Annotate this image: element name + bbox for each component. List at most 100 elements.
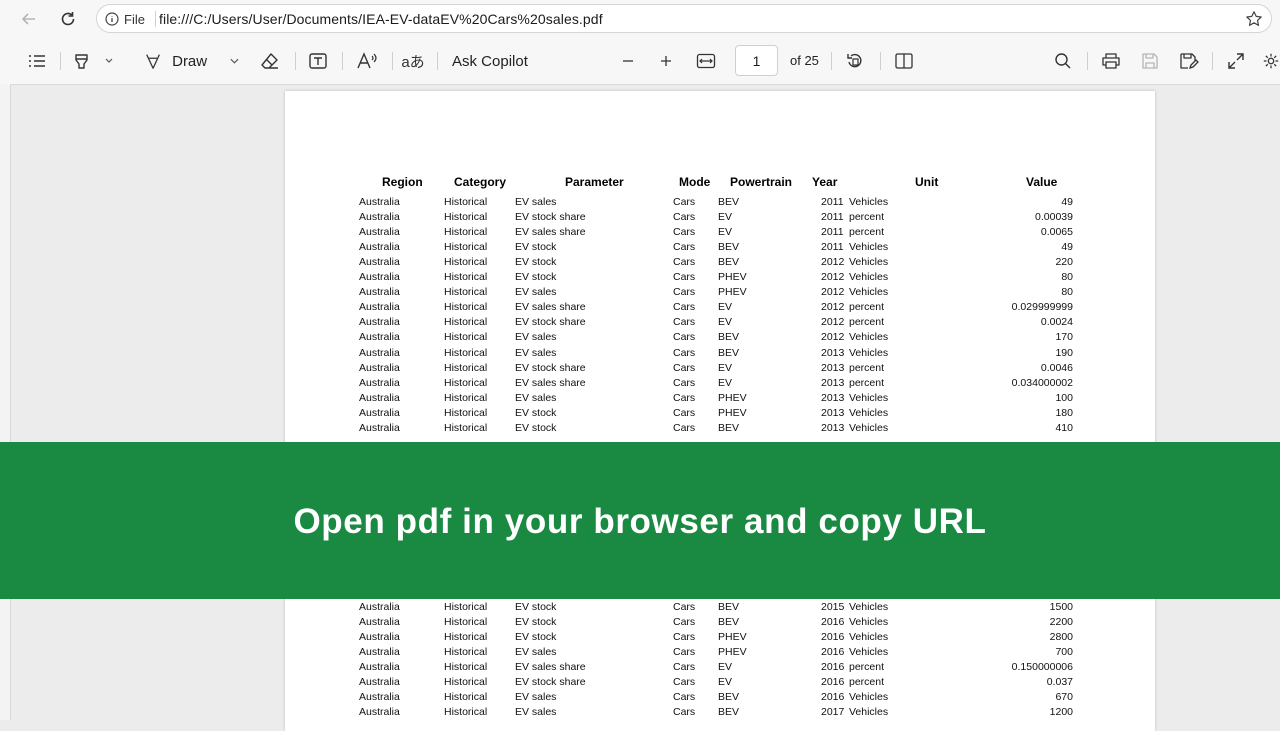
cell-mode: Cars <box>673 376 696 389</box>
draw-button[interactable]: Draw <box>144 50 240 72</box>
ask-copilot-button[interactable]: Ask Copilot <box>452 50 536 72</box>
table-row: Australia Historical EV stock share Cars EV 2… <box>285 676 1155 691</box>
refresh-icon <box>61 12 75 26</box>
ask-copilot-label: Ask Copilot <box>452 52 528 70</box>
cell-region: Australia <box>359 421 400 434</box>
cell-mode: Cars <box>673 271 696 284</box>
eraser-icon <box>261 53 278 69</box>
cell-parameter: EV stock <box>515 256 557 269</box>
cell-mode: Cars <box>673 211 696 224</box>
table-row: Australia Historical EV sales Cars BEV 2012 Ve… <box>285 331 1155 346</box>
cell-powertrain: BEV <box>718 601 740 613</box>
page-view-button[interactable] <box>892 50 916 72</box>
cell-category: Historical <box>444 361 488 374</box>
cell-value: 700 <box>1055 646 1073 659</box>
cell-mode: Cars <box>673 661 696 674</box>
highlighter-icon <box>75 54 113 69</box>
cell-unit: percent <box>849 211 885 224</box>
cell-value: 2800 <box>1049 631 1073 644</box>
two-page-icon <box>895 53 913 69</box>
cell-unit: Vehicles <box>849 346 889 359</box>
save-as-icon <box>1180 53 1199 70</box>
cell-unit: Vehicles <box>849 391 889 404</box>
print-button[interactable] <box>1099 50 1123 72</box>
cell-region: Australia <box>359 646 400 659</box>
table-row: Australia Historical EV stock Cars PHEV 2012 V… <box>285 271 1155 286</box>
cell-category: Historical <box>444 616 488 629</box>
cell-unit: Vehicles <box>849 271 889 284</box>
cell-parameter: EV sales share <box>515 661 586 674</box>
cell-region: Australia <box>359 376 400 389</box>
cell-mode: Cars <box>673 316 696 329</box>
cell-year: 2016 <box>821 631 845 644</box>
print-icon <box>1102 53 1120 69</box>
page-number-input[interactable]: 1 <box>735 45 778 76</box>
fit-page-button[interactable] <box>694 50 718 72</box>
site-info-button[interactable]: File <box>105 10 145 28</box>
cell-region: Australia <box>359 691 400 704</box>
table-row: Australia Historical EV stock share Cars EV 2… <box>285 211 1155 226</box>
url-text[interactable]: file:///C:/Users/User/Documents/IEA-EV-d… <box>159 11 603 27</box>
back-button[interactable] <box>16 6 42 32</box>
cell-powertrain: EV <box>718 361 733 374</box>
gear-icon <box>1263 53 1279 69</box>
cell-category: Historical <box>444 421 488 434</box>
cell-parameter: EV sales share <box>515 376 586 389</box>
cell-mode: Cars <box>673 361 696 374</box>
favorite-button[interactable] <box>1243 8 1265 30</box>
cell-category: Historical <box>444 226 488 239</box>
cell-powertrain: PHEV <box>718 646 747 659</box>
zoom-out-button[interactable] <box>617 50 639 72</box>
cell-unit: Vehicles <box>849 196 889 208</box>
pdf-toolbar: Draw aあ Ask Copilot 1 of 25 <box>0 38 1280 85</box>
translate-button[interactable]: aあ <box>401 50 425 72</box>
fit-width-icon <box>696 53 716 69</box>
column-header-mode: Mode <box>679 175 711 189</box>
table-row: Australia Historical EV stock Cars BEV 2016 Ve… <box>285 616 1155 631</box>
read-aloud-icon <box>357 52 377 69</box>
cell-region: Australia <box>359 706 400 719</box>
table-row: Australia Historical EV sales Cars BEV 2017 Ve… <box>285 706 1155 721</box>
cell-mode: Cars <box>673 226 696 239</box>
table-row: Australia Historical EV stock Cars BEV 2011 Ve… <box>285 241 1155 256</box>
full-screen-button[interactable] <box>1225 50 1247 72</box>
url-bar[interactable]: File file:///C:/Users/User/Documents/IEA… <box>96 4 1272 33</box>
cell-value: 2200 <box>1049 616 1073 629</box>
plus-icon <box>661 56 671 66</box>
cell-value: 190 <box>1055 346 1073 359</box>
table-row: Australia Historical EV stock share Cars EV 2… <box>285 362 1155 377</box>
cell-year: 2013 <box>821 421 845 434</box>
cell-unit: Vehicles <box>849 331 889 344</box>
toolbar-divider <box>831 52 832 70</box>
cell-category: Historical <box>444 271 488 284</box>
cell-parameter: EV sales <box>515 691 557 704</box>
banner-text: Open pdf in your browser and copy URL <box>293 501 987 541</box>
save-as-button[interactable] <box>1177 50 1201 72</box>
refresh-button[interactable] <box>55 6 81 32</box>
find-button[interactable] <box>1052 50 1074 72</box>
cell-powertrain: BEV <box>718 256 740 269</box>
table-row: Australia Historical EV sales Cars PHEV 2013 V… <box>285 392 1155 407</box>
info-icon <box>105 12 119 26</box>
cell-year: 2012 <box>821 301 845 314</box>
column-header-value: Value <box>1026 175 1058 189</box>
cell-year: 2011 <box>821 211 844 224</box>
contents-button[interactable] <box>26 50 48 72</box>
back-arrow-icon <box>21 13 35 25</box>
highlight-button[interactable] <box>72 50 116 72</box>
cell-year: 2012 <box>821 331 845 344</box>
erase-button[interactable] <box>258 50 282 72</box>
save-button[interactable] <box>1138 50 1162 72</box>
cell-mode: Cars <box>673 241 696 254</box>
rotate-button[interactable] <box>844 50 866 72</box>
zoom-in-button[interactable] <box>655 50 677 72</box>
settings-button[interactable] <box>1262 50 1280 72</box>
read-aloud-button[interactable] <box>354 50 380 72</box>
toolbar-divider <box>1212 52 1213 70</box>
cell-powertrain: PHEV <box>718 286 747 299</box>
cell-mode: Cars <box>673 301 696 314</box>
add-text-button[interactable] <box>306 50 330 72</box>
cell-mode: Cars <box>673 256 696 269</box>
toolbar-divider <box>437 52 438 70</box>
cell-year: 2011 <box>821 196 844 208</box>
